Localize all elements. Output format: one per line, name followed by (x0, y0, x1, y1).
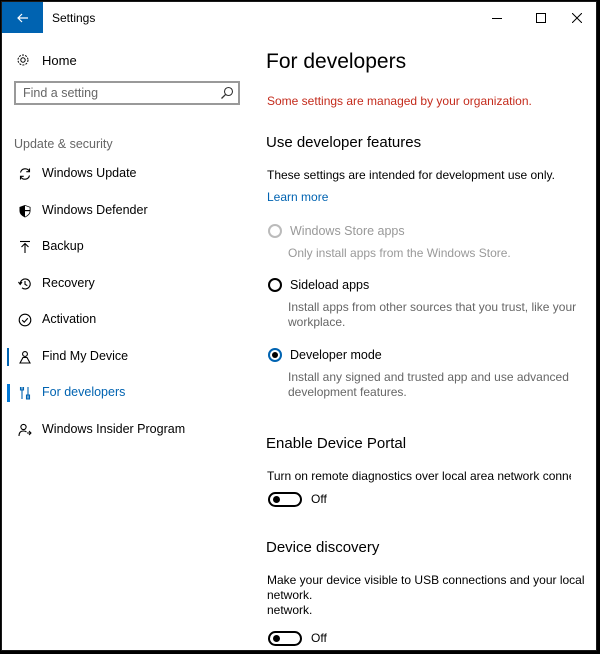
developer-tools-icon (17, 385, 33, 401)
maximize-button[interactable] (524, 2, 558, 33)
radio-sideload-apps[interactable]: Sideload apps (268, 277, 369, 293)
sidebar-item-label: Recovery (42, 276, 95, 290)
backup-arrow-icon (17, 239, 33, 255)
radio-developer-mode[interactable]: Developer mode (268, 347, 382, 363)
shield-icon (17, 203, 33, 219)
back-button[interactable] (2, 2, 43, 33)
developer-features-description: These settings are intended for developm… (267, 168, 555, 182)
close-icon (572, 12, 582, 23)
radio-label: Developer mode (290, 348, 382, 362)
title-bar: Settings (2, 2, 596, 33)
device-discovery-description-line3: network. (267, 603, 313, 617)
main-content: For developers Some settings are managed… (266, 33, 596, 650)
radio-button-disabled[interactable] (268, 224, 282, 238)
sidebar-item-label: Activation (42, 312, 97, 326)
home-link[interactable]: Home (15, 50, 77, 70)
device-discovery-heading: Device discovery (266, 539, 380, 556)
sidebar-item-label: Windows Defender (42, 203, 148, 217)
item-marker (7, 348, 9, 366)
device-discovery-toggle[interactable] (268, 630, 302, 646)
toggle-knob (273, 634, 280, 642)
home-label: Home (42, 52, 77, 68)
device-portal-heading: Enable Device Portal (266, 435, 407, 452)
sidebar-item-activation[interactable]: Activation (2, 303, 252, 337)
device-discovery-toggle-row[interactable]: Off (268, 629, 327, 647)
search-box[interactable] (14, 81, 240, 105)
radio-button[interactable] (268, 278, 282, 292)
sidebar: Home Update & security Windows Update (2, 33, 252, 650)
sidebar-item-for-developers[interactable]: For developers (2, 376, 252, 410)
radio-description: Install apps from other sources that you… (288, 300, 577, 329)
minimize-icon (492, 17, 502, 19)
sidebar-item-label: Windows Update (42, 166, 137, 180)
back-arrow-icon (16, 13, 28, 22)
radio-description: Only install apps from the Windows Store… (288, 246, 511, 260)
toggle-state-label: Off (311, 492, 327, 506)
radio-windows-store-apps[interactable]: Windows Store apps (268, 223, 405, 239)
close-button[interactable] (560, 2, 594, 33)
sidebar-item-recovery[interactable]: Recovery (2, 267, 252, 301)
refresh-icon (17, 166, 33, 182)
minimize-button[interactable] (480, 2, 514, 33)
toggle-state-label: Off (311, 631, 327, 645)
page-title: For developers (266, 50, 407, 73)
sidebar-item-find-my-device[interactable]: Find My Device (2, 340, 252, 374)
search-input[interactable] (23, 84, 213, 102)
device-portal-toggle-row[interactable]: Off (268, 490, 327, 508)
device-portal-toggle[interactable] (268, 491, 302, 507)
managed-notice: Some settings are managed by your organi… (267, 94, 532, 108)
learn-more-link[interactable]: Learn more (267, 190, 328, 204)
developer-features-heading: Use developer features (266, 134, 422, 151)
check-circle-icon (17, 312, 33, 328)
toggle-knob (273, 495, 280, 503)
sidebar-item-windows-update[interactable]: Windows Update (2, 157, 252, 191)
device-discovery-description-line1: Make your device visible to USB connecti… (267, 573, 585, 587)
maximize-icon (536, 12, 546, 23)
sidebar-item-label: Find My Device (42, 349, 129, 363)
gear-icon (15, 52, 31, 68)
sidebar-item-windows-insider-program[interactable]: Windows Insider Program (2, 413, 252, 447)
section-header: Update & security (14, 137, 113, 151)
history-icon (17, 276, 33, 292)
person-location-icon (17, 349, 33, 365)
window-title: Settings (52, 11, 96, 25)
sidebar-item-label: For developers (42, 385, 126, 399)
selection-indicator (7, 384, 10, 402)
sidebar-item-windows-defender[interactable]: Windows Defender (2, 194, 252, 228)
radio-dot (272, 352, 278, 358)
sidebar-item-backup[interactable]: Backup (2, 230, 252, 264)
radio-button-checked[interactable] (268, 348, 282, 362)
device-portal-description: Turn on remote diagnostics over local ar… (267, 469, 571, 483)
search-icon[interactable] (220, 86, 234, 100)
radio-label: Windows Store apps (290, 224, 405, 238)
settings-window: Settings Home Find a setting Update & se… (1, 1, 597, 651)
insider-icon (17, 422, 33, 438)
sidebar-item-label: Backup (42, 239, 84, 253)
sidebar-item-label: Windows Insider Program (42, 422, 186, 436)
radio-description: Install any signed and trusted app and u… (288, 370, 569, 399)
radio-label: Sideload apps (290, 278, 370, 292)
device-discovery-description-line2: network. (267, 588, 313, 602)
